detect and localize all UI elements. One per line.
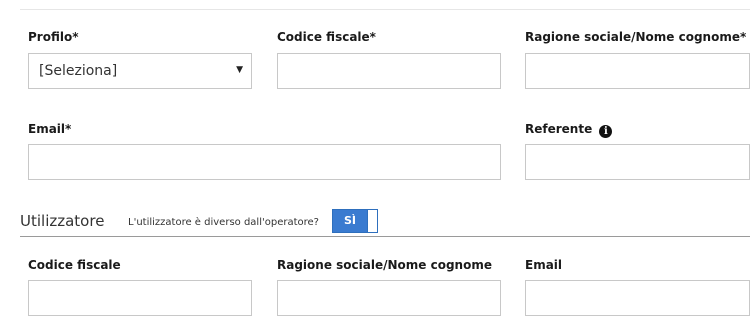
utilizzatore-ragione-sociale-label: Ragione sociale/Nome cognome — [277, 258, 492, 272]
utilizzatore-ragione-sociale-field-container — [277, 280, 501, 316]
referente-label-row: Referente i — [525, 122, 613, 138]
codice-fiscale-field-container — [277, 53, 501, 89]
info-circle-icon[interactable]: i — [599, 125, 613, 138]
utilizzatore-email-label: Email — [525, 258, 563, 272]
utilizzatore-email-input[interactable] — [526, 281, 749, 315]
referente-field-container — [525, 144, 750, 180]
utilizzatore-ragione-sociale-input[interactable] — [278, 281, 500, 315]
utilizzatore-codice-fiscale-input[interactable] — [29, 281, 251, 315]
profilo-selected-value: [Seleziona] — [39, 63, 118, 79]
ragione-sociale-input[interactable] — [526, 54, 749, 88]
utilizzatore-toggle[interactable]: SÌ — [332, 209, 378, 233]
top-divider — [20, 9, 750, 10]
profilo-label: Profilo* — [28, 30, 79, 44]
codice-fiscale-input[interactable] — [278, 54, 500, 88]
email-input[interactable] — [29, 145, 500, 179]
utilizzatore-email-field-container — [525, 280, 750, 316]
utilizzatore-section-title: Utilizzatore — [20, 212, 105, 230]
email-label: Email* — [28, 122, 72, 136]
utilizzatore-question: L'utilizzatore è diverso dall'operatore? — [128, 217, 319, 228]
referente-label: Referente — [525, 122, 593, 136]
caret-down-icon: ▼ — [236, 65, 243, 75]
referente-input[interactable] — [526, 145, 749, 179]
section-divider — [20, 236, 750, 237]
codice-fiscale-label: Codice fiscale* — [277, 30, 376, 44]
utilizzatore-codice-fiscale-label: Codice fiscale — [28, 258, 121, 272]
utilizzatore-codice-fiscale-field-container — [28, 280, 252, 316]
email-field-container — [28, 144, 501, 180]
profilo-select[interactable]: [Seleziona] ▼ — [28, 53, 252, 89]
ragione-sociale-field-container — [525, 53, 750, 89]
toggle-yes-label: SÌ — [343, 214, 356, 227]
ragione-sociale-label: Ragione sociale/Nome cognome* — [525, 30, 747, 44]
toggle-knob — [367, 210, 377, 232]
